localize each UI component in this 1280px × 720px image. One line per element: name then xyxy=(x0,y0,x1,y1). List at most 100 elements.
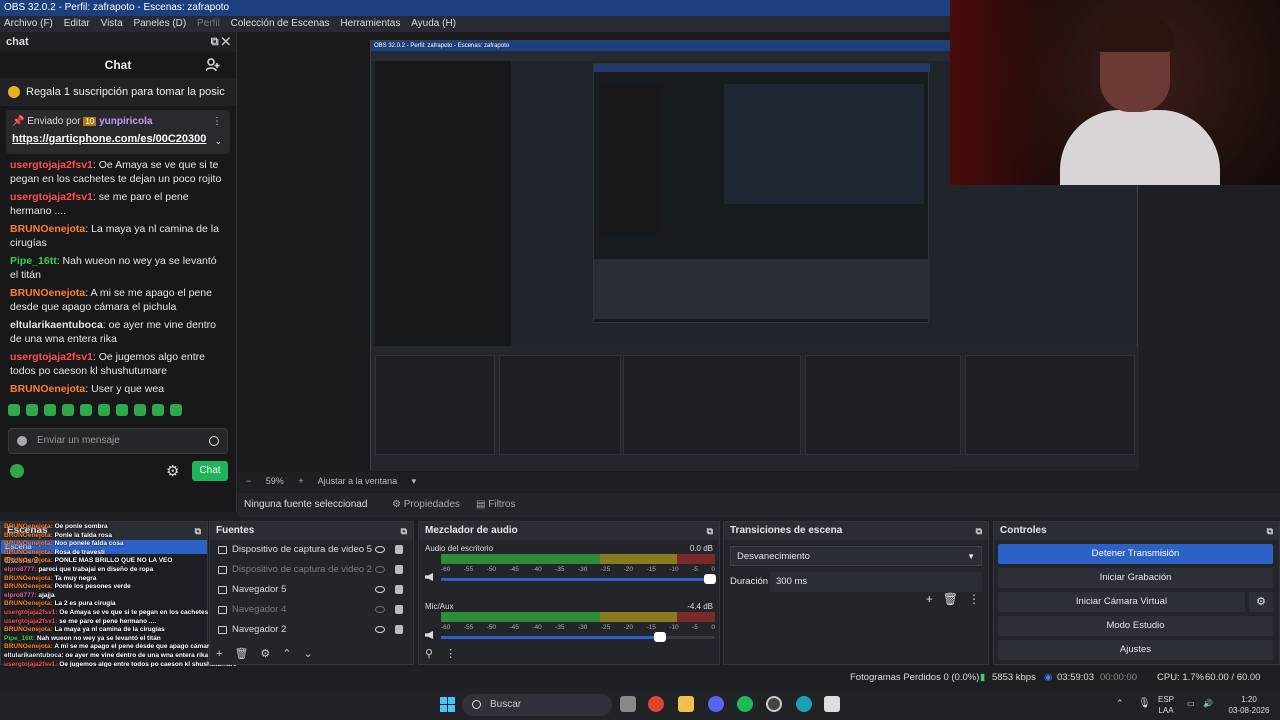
transition-select[interactable]: Desvanecimiento ▼ xyxy=(730,546,982,566)
source-item[interactable]: Dispositivo de captura de video 5 xyxy=(210,540,413,560)
menu-coleccion[interactable]: Colección de Escenas xyxy=(231,16,330,32)
source-item[interactable]: Navegador 5 xyxy=(210,580,413,600)
menu-editar[interactable]: Editar xyxy=(64,16,90,32)
task-view-icon[interactable] xyxy=(620,696,636,712)
float-icon[interactable]: ⧉ xyxy=(211,36,219,48)
emote-icon[interactable] xyxy=(62,404,74,416)
chevron-down-icon[interactable]: ⌄ xyxy=(304,648,313,660)
lock-icon[interactable] xyxy=(395,585,403,594)
gift-sub-banner[interactable]: Regala 1 suscripción para tomar la posic xyxy=(0,78,236,106)
menu-herramientas[interactable]: Herramientas xyxy=(340,16,400,32)
volume-slider[interactable] xyxy=(441,632,715,642)
emote-icon[interactable] xyxy=(98,404,110,416)
menu-perfil[interactable]: Perfil xyxy=(197,16,220,32)
trash-icon[interactable]: 🗑 xyxy=(234,648,248,660)
globe-app-icon[interactable] xyxy=(796,696,812,712)
start-virtual-camera-button[interactable]: Iniciar Cámara Virtual xyxy=(998,592,1245,612)
file-explorer-icon[interactable] xyxy=(678,696,694,712)
menu-ayuda[interactable]: Ayuda (H) xyxy=(411,16,456,32)
emote-icon[interactable] xyxy=(116,404,128,416)
emote-icon[interactable] xyxy=(8,404,20,416)
chat-send-button[interactable]: Chat xyxy=(192,461,228,481)
close-icon[interactable]: ✕ xyxy=(222,36,230,48)
lock-icon[interactable] xyxy=(395,545,403,554)
pinned-sender[interactable]: yunpiricola xyxy=(99,116,152,127)
menu-vista[interactable]: Vista xyxy=(101,16,123,32)
source-item[interactable]: Dispositivo de captura de video 2 xyxy=(210,560,413,580)
emote-icon[interactable] xyxy=(26,404,38,416)
pinned-link[interactable]: https://garticphone.com/es/00C20300 xyxy=(12,133,224,145)
chat-username[interactable]: BRUNOenejota xyxy=(10,287,85,299)
lock-icon[interactable] xyxy=(395,565,403,574)
zoom-minus-icon[interactable]: − xyxy=(246,476,251,486)
emote-picker-icon[interactable] xyxy=(209,436,219,446)
lock-icon[interactable] xyxy=(395,605,403,614)
emote-icon[interactable] xyxy=(80,404,92,416)
chevron-down-icon[interactable]: ⌄ xyxy=(214,136,222,147)
menu-archivo[interactable]: Archivo (F) xyxy=(4,16,53,32)
menu-paneles[interactable]: Paneles (D) xyxy=(133,16,186,32)
gear-icon[interactable]: ⚙ xyxy=(260,648,270,660)
dock-popout-icon[interactable]: ⧉ xyxy=(707,522,713,540)
speaker-icon[interactable] xyxy=(425,631,433,639)
start-recording-button[interactable]: Iniciar Grabación xyxy=(998,568,1273,588)
network-icon[interactable]: ▭ xyxy=(1187,698,1195,709)
windows-start-icon[interactable] xyxy=(440,697,455,712)
chevron-down-icon[interactable]: ▾ xyxy=(412,476,417,486)
chat-settings-gear-icon[interactable]: ⚙ xyxy=(166,462,179,480)
more-options-icon[interactable]: ⋮ xyxy=(968,592,980,606)
visibility-eye-icon[interactable] xyxy=(375,566,385,573)
stop-streaming-button[interactable]: Detener Transmisión xyxy=(998,544,1273,564)
chat-username[interactable]: usergtojaja2fsv1 xyxy=(10,351,93,363)
chat-username[interactable]: usergtojaja2fsv1 xyxy=(10,159,93,171)
visibility-eye-icon[interactable] xyxy=(375,546,385,553)
chat-username[interactable]: eltularikaentuboca xyxy=(10,319,103,331)
dock-popout-icon[interactable]: ⧉ xyxy=(401,522,407,540)
settings-button[interactable]: Ajustes xyxy=(998,640,1273,660)
chat-username[interactable]: usergtojaja2fsv1 xyxy=(10,191,93,203)
chat-username[interactable]: BRUNOenejota xyxy=(10,223,85,235)
manage-users-icon[interactable] xyxy=(206,58,220,72)
add-icon[interactable]: + xyxy=(216,648,222,660)
channel-points-icon[interactable] xyxy=(10,464,24,478)
notepad-icon[interactable] xyxy=(824,696,840,712)
virtual-camera-gear-icon[interactable]: ⚙ xyxy=(1249,592,1273,612)
trash-icon[interactable]: 🗑 xyxy=(943,592,958,606)
duration-input[interactable]: 300 ms xyxy=(770,572,982,592)
emote-icon[interactable] xyxy=(152,404,164,416)
input-language[interactable]: ESP LAA xyxy=(1158,694,1174,716)
volume-icon[interactable]: 🔊 xyxy=(1203,698,1213,709)
emote-icon[interactable] xyxy=(134,404,146,416)
chevron-up-icon[interactable]: ⌃ xyxy=(282,648,291,660)
visibility-eye-icon[interactable] xyxy=(375,586,385,593)
chat-username[interactable]: Pipe_16tt xyxy=(10,255,57,267)
add-icon[interactable]: + xyxy=(926,592,933,606)
fit-window-label[interactable]: Ajustar a la ventana xyxy=(318,476,398,486)
more-options-icon[interactable]: ⋮ xyxy=(212,116,222,127)
volume-slider[interactable] xyxy=(441,574,716,584)
lock-icon[interactable] xyxy=(395,625,403,634)
dock-popout-icon[interactable]: ⧉ xyxy=(976,522,982,540)
filters-button[interactable]: ▤ Filtros xyxy=(468,496,523,514)
source-item[interactable]: Navegador 4 xyxy=(210,600,413,620)
obs-icon[interactable] xyxy=(766,696,782,712)
source-item[interactable]: Navegador 2 xyxy=(210,620,413,640)
bits-icon[interactable] xyxy=(17,436,27,446)
dock-popout-icon[interactable]: ⧉ xyxy=(1267,522,1273,540)
zoom-plus-icon[interactable]: + xyxy=(298,476,303,486)
link-icon[interactable]: ⚲ xyxy=(425,648,433,660)
properties-button[interactable]: ⚙ Propiedades xyxy=(384,496,468,514)
chrome-icon[interactable] xyxy=(648,696,664,712)
discord-icon[interactable] xyxy=(708,696,724,712)
visibility-eye-icon[interactable] xyxy=(375,606,385,613)
chat-message-input[interactable]: Enviar un mensaje xyxy=(8,428,228,454)
emote-icon[interactable] xyxy=(170,404,182,416)
taskbar-search[interactable]: Buscar xyxy=(462,694,612,716)
more-options-icon[interactable]: ⋮ xyxy=(445,648,456,660)
chevron-up-icon[interactable]: ⌃ xyxy=(1116,698,1124,709)
studio-mode-button[interactable]: Modo Estudio xyxy=(998,616,1273,636)
visibility-eye-icon[interactable] xyxy=(375,626,385,633)
chat-username[interactable]: BRUNOenejota xyxy=(10,383,85,395)
emote-icon[interactable] xyxy=(44,404,56,416)
microphone-icon[interactable]: 🎙 xyxy=(1138,698,1151,709)
